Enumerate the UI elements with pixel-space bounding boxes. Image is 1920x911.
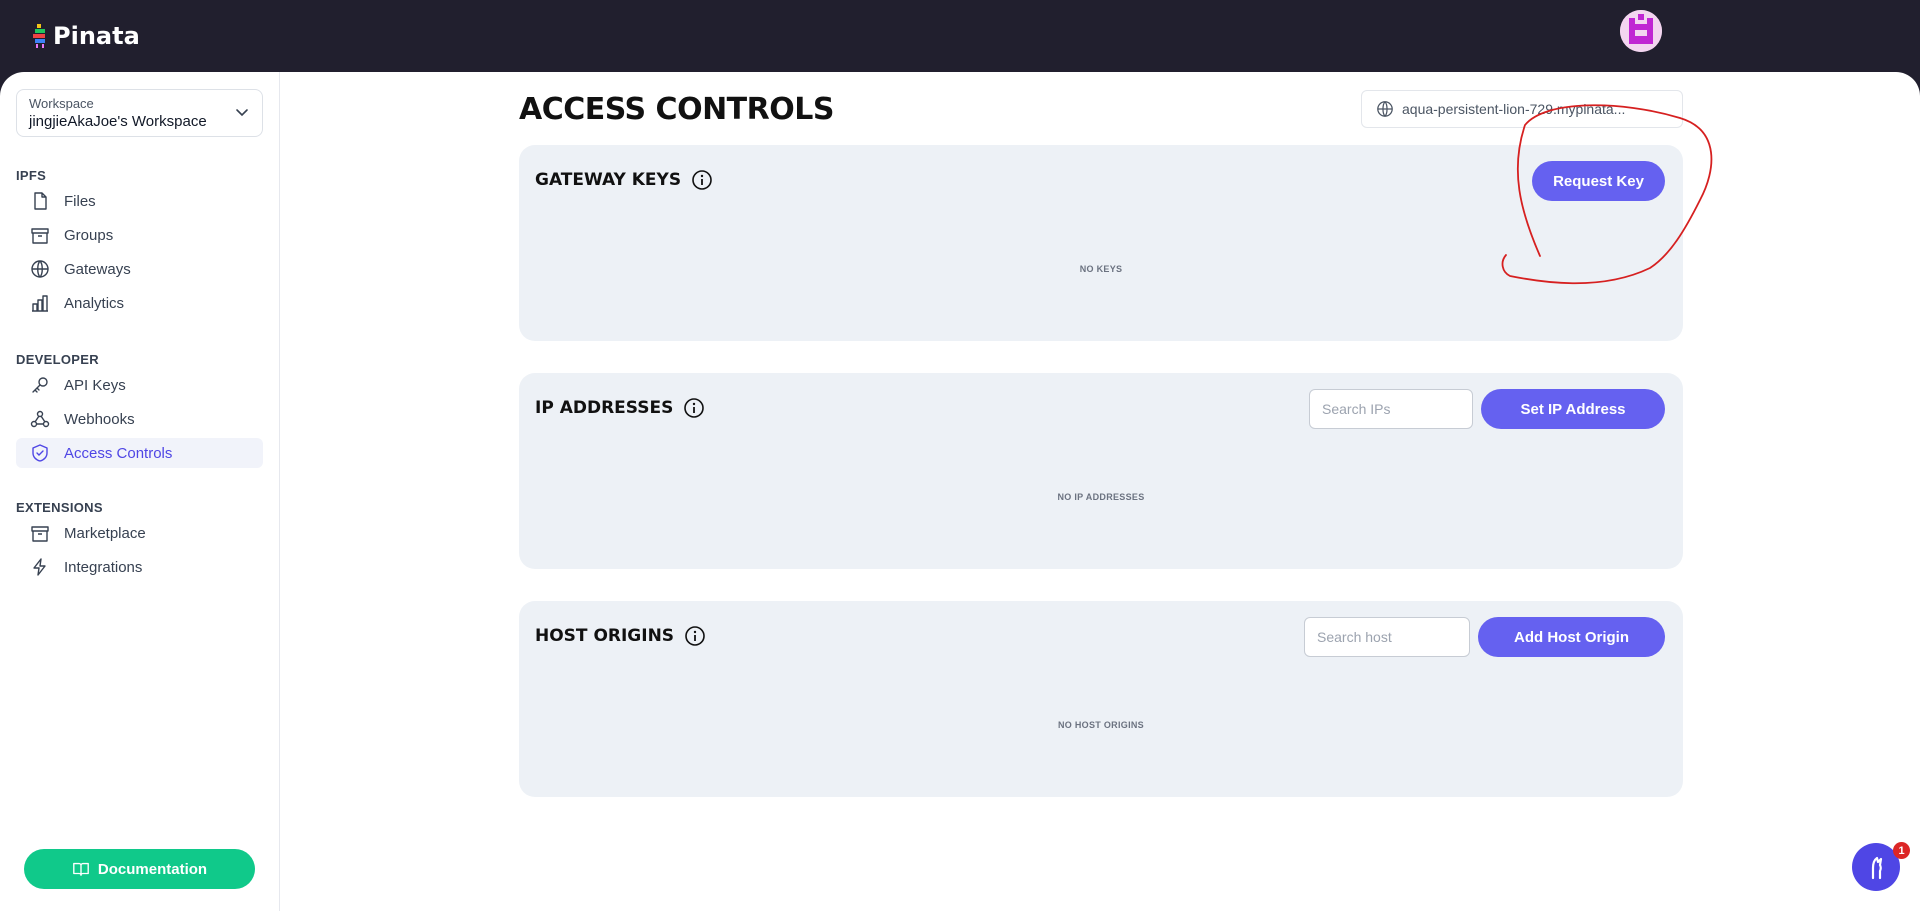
documentation-label: Documentation <box>97 860 208 878</box>
section-extensions: EXTENSIONS <box>16 500 103 515</box>
workspace-selector[interactable]: Workspace jingjieAkaJoe's Workspace <box>16 89 263 137</box>
host-origins-card: HOST ORIGINS Add Host Origin NO HOST ORI… <box>519 601 1683 797</box>
avatar-icon <box>1620 10 1662 52</box>
empty-state: NO HOST ORIGINS <box>1057 720 1144 730</box>
search-ips-input[interactable] <box>1309 389 1473 429</box>
sidebar-item-groups[interactable]: Groups <box>16 220 263 250</box>
gateway-keys-card: GATEWAY KEYS Request Key NO KEYS <box>519 145 1683 341</box>
llama-icon <box>1871 856 1883 880</box>
info-icon[interactable] <box>691 169 713 191</box>
archive-icon <box>31 526 49 542</box>
main-panel: Workspace jingjieAkaJoe's Workspace IPFS… <box>0 72 1920 911</box>
gateway-keys-title: GATEWAY KEYS <box>535 169 713 191</box>
pinata-logo[interactable]: Pinata <box>33 22 140 50</box>
info-icon[interactable] <box>684 625 706 647</box>
gateway-domain: aqua-persistent-lion-729.mypinata... <box>1402 101 1626 117</box>
add-host-origin-button[interactable]: Add Host Origin <box>1478 617 1665 657</box>
logo-text: Pinata <box>53 22 140 50</box>
host-origins-title: HOST ORIGINS <box>535 625 706 647</box>
shield-icon <box>32 444 48 462</box>
documentation-button[interactable]: Documentation <box>24 849 255 889</box>
chevron-down-icon <box>236 109 248 117</box>
sidebar-item-label: Marketplace <box>64 524 146 542</box>
empty-state: NO KEYS <box>1079 264 1123 274</box>
file-icon <box>34 192 47 210</box>
sidebar: Workspace jingjieAkaJoe's Workspace IPFS… <box>0 72 280 911</box>
bar-chart-icon <box>32 295 48 312</box>
set-ip-address-button[interactable]: Set IP Address <box>1481 389 1665 429</box>
book-icon <box>73 862 89 876</box>
workspace-name: jingjieAkaJoe's Workspace <box>29 113 207 130</box>
page-title: ACCESS CONTROLS <box>519 92 834 127</box>
ip-addresses-card: IP ADDRESSES Set IP Address NO IP ADDRES… <box>519 373 1683 569</box>
sidebar-item-label: Access Controls <box>64 444 173 462</box>
section-developer: DEVELOPER <box>16 352 99 367</box>
sidebar-item-webhooks[interactable]: Webhooks <box>16 404 263 434</box>
sidebar-item-files[interactable]: Files <box>16 186 263 216</box>
sidebar-item-label: Files <box>64 192 96 210</box>
sidebar-item-label: Analytics <box>64 294 125 312</box>
card-title-text: HOST ORIGINS <box>535 626 675 646</box>
sidebar-item-label: Gateways <box>64 260 131 278</box>
sidebar-item-gateways[interactable]: Gateways <box>16 254 263 284</box>
notification-badge: 1 <box>1893 842 1910 859</box>
webhook-icon <box>30 410 50 428</box>
archive-icon <box>31 228 49 244</box>
info-icon[interactable] <box>683 397 705 419</box>
request-key-button[interactable]: Request Key <box>1532 161 1665 201</box>
sidebar-item-label: API Keys <box>64 376 126 394</box>
sidebar-item-access-controls[interactable]: Access Controls <box>16 438 263 468</box>
card-title-text: GATEWAY KEYS <box>535 170 682 190</box>
workspace-label: Workspace <box>29 96 94 111</box>
sidebar-item-analytics[interactable]: Analytics <box>16 288 263 318</box>
key-icon <box>32 377 48 393</box>
sidebar-item-api-keys[interactable]: API Keys <box>16 370 263 400</box>
section-ipfs: IPFS <box>16 168 47 183</box>
ip-addresses-title: IP ADDRESSES <box>535 397 705 419</box>
empty-state: NO IP ADDRESSES <box>1057 492 1145 502</box>
globe-icon <box>1377 101 1393 117</box>
gateway-domain-selector[interactable]: aqua-persistent-lion-729.mypinata... <box>1361 90 1683 128</box>
user-avatar[interactable] <box>1620 10 1662 52</box>
sidebar-item-label: Integrations <box>64 558 143 576</box>
sidebar-item-integrations[interactable]: Integrations <box>16 552 263 582</box>
top-bar: Pinata <box>0 0 1920 72</box>
sidebar-item-marketplace[interactable]: Marketplace <box>16 518 263 548</box>
sidebar-item-label: Webhooks <box>64 410 135 428</box>
globe-icon <box>31 260 49 278</box>
sidebar-item-label: Groups <box>64 226 114 244</box>
search-host-input[interactable] <box>1304 617 1470 657</box>
card-title-text: IP ADDRESSES <box>535 398 674 418</box>
pinata-logo-icon <box>33 24 45 48</box>
lightning-icon <box>33 558 46 576</box>
